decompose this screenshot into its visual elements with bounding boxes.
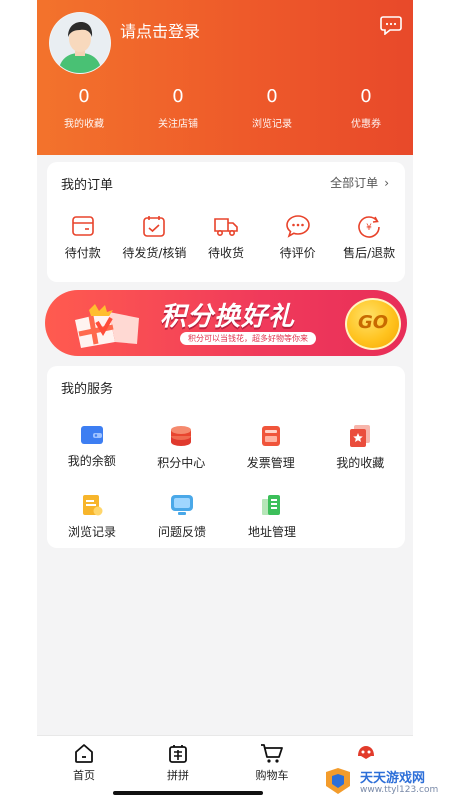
service-balance[interactable]: 我的余额: [47, 424, 137, 471]
service-invoice[interactable]: 发票管理: [226, 424, 316, 471]
order-pending-shipment[interactable]: 待发货/核销: [119, 214, 191, 261]
favorite-star-icon: [350, 425, 371, 447]
refund-icon: ¥: [358, 216, 380, 238]
points-promo-banner[interactable]: 积分换好礼 积分可以当钱花，超多好物等你来 GO: [45, 290, 407, 356]
gift-box-icon: [75, 304, 139, 348]
history-doc-icon: [83, 495, 103, 516]
stat-favorites[interactable]: 0 我的收藏: [37, 86, 131, 130]
banner-title: 积分换好礼: [160, 302, 296, 332]
avatar-person-icon: [50, 13, 110, 73]
service-favorites[interactable]: 我的收藏: [316, 424, 406, 471]
chevron-right-icon: ›: [384, 176, 389, 190]
service-label: 我的余额: [67, 454, 116, 468]
all-orders-link[interactable]: 全部订单 ›: [330, 174, 389, 191]
service-label: 发票管理: [246, 456, 295, 470]
profile-header: 请点击登录 0 我的收藏 0 关注店铺 0 浏览记录 0 优惠券: [37, 0, 413, 155]
orders-card: 我的订单 全部订单 › 待付款 待发货/核销 待收货 待评价 ¥ 售后/退款: [47, 162, 405, 282]
order-after-sales[interactable]: ¥ 售后/退款: [333, 214, 405, 261]
services-title: 我的服务: [61, 382, 114, 397]
home-icon: [75, 744, 93, 763]
truck-icon: [214, 218, 238, 236]
stat-label: 我的收藏: [64, 119, 104, 130]
service-label: 地址管理: [247, 525, 296, 539]
address-book-icon: [262, 495, 280, 515]
stat-value: 0: [172, 86, 184, 107]
banner-subtitle: 积分可以当钱花，超多好物等你来: [180, 332, 316, 345]
service-address[interactable]: 地址管理: [227, 493, 317, 540]
chat-bubble-icon: [285, 215, 310, 238]
order-label: 待收货: [207, 246, 244, 260]
stat-history[interactable]: 0 浏览记录: [225, 86, 319, 130]
go-button[interactable]: GO: [345, 298, 401, 350]
stat-value: 0: [78, 86, 90, 107]
stat-followed-shops[interactable]: 0 关注店铺: [131, 86, 225, 130]
tab-label: 购物车: [255, 769, 289, 782]
wallet-icon: [71, 216, 94, 236]
stat-label: 浏览记录: [252, 119, 292, 130]
order-pending-review[interactable]: 待评价: [262, 214, 334, 261]
message-icon[interactable]: [380, 15, 402, 35]
order-status-row: 待付款 待发货/核销 待收货 待评价 ¥ 售后/退款: [47, 214, 405, 261]
watermark-url: www.ttyl123.com: [360, 785, 439, 795]
svg-text:¥: ¥: [366, 223, 372, 233]
balance-card-icon: [80, 426, 103, 444]
order-label: 售后/退款: [343, 246, 396, 260]
login-prompt[interactable]: 请点击登录: [120, 18, 200, 42]
service-label: 浏览记录: [67, 525, 116, 539]
stat-value: 0: [360, 86, 372, 107]
order-label: 待付款: [64, 246, 101, 260]
stat-label: 关注店铺: [158, 119, 198, 130]
services-grid: 我的余额 积分中心 发票管理 我的收藏 浏览记录 问题反馈 地址管理: [47, 424, 405, 562]
coin-stack-icon: [171, 426, 192, 446]
feedback-monitor-icon: [171, 495, 193, 515]
service-points-center[interactable]: 积分中心: [137, 424, 227, 471]
watermark-text: 天天游戏网: [360, 771, 426, 786]
cart-icon: [261, 744, 283, 763]
home-indicator: [113, 791, 263, 795]
stat-label: 优惠券: [351, 119, 381, 130]
services-card: 我的服务 我的余额 积分中心 发票管理 我的收藏 浏览记录 问题反馈 地址管理: [47, 366, 405, 548]
app-screen: 请点击登录 0 我的收藏 0 关注店铺 0 浏览记录 0 优惠券 我的订单 全部…: [37, 0, 413, 800]
stat-coupons[interactable]: 0 优惠券: [319, 86, 413, 130]
order-label: 待评价: [279, 246, 316, 260]
tab-label: 首页: [73, 769, 95, 782]
service-feedback[interactable]: 问题反馈: [137, 493, 227, 540]
service-history[interactable]: 浏览记录: [47, 493, 137, 540]
orders-title: 我的订单: [61, 178, 114, 193]
order-pending-payment[interactable]: 待付款: [47, 214, 119, 261]
tab-label: 拼拼: [167, 769, 189, 782]
group-buy-icon: [169, 745, 187, 763]
service-label: 我的收藏: [336, 456, 385, 470]
avatar[interactable]: [49, 12, 111, 74]
service-label: 问题反馈: [157, 525, 206, 539]
calendar-check-icon: [143, 216, 166, 237]
watermark: 天天游戏网 www.ttyl123.com: [322, 766, 450, 798]
invoice-icon: [261, 426, 280, 446]
mine-icon: [358, 746, 374, 759]
go-label: GO: [357, 312, 389, 333]
stat-value: 0: [266, 86, 278, 107]
order-pending-receipt[interactable]: 待收货: [190, 214, 262, 261]
watermark-logo-icon: [326, 768, 350, 794]
service-label: 积分中心: [157, 456, 206, 470]
stats-row: 0 我的收藏 0 关注店铺 0 浏览记录 0 优惠券: [37, 86, 413, 130]
order-label: 待发货/核销: [122, 246, 187, 260]
all-orders-label: 全部订单: [330, 176, 379, 190]
